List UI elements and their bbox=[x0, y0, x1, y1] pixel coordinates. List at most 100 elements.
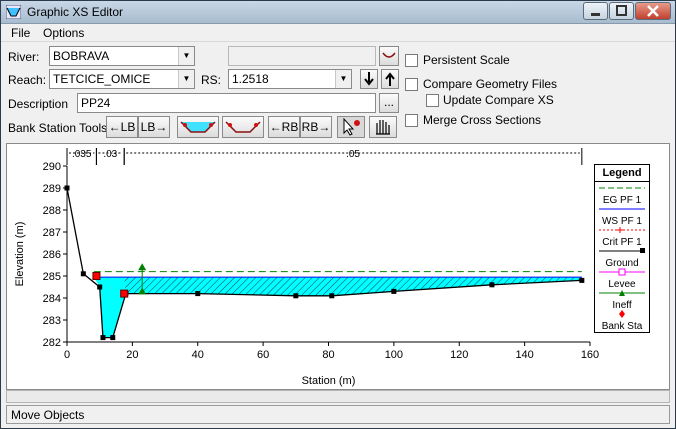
reach-label: Reach: bbox=[8, 73, 47, 87]
maximize-button[interactable] bbox=[609, 2, 634, 20]
legend-item-eg: EG PF 1 bbox=[595, 184, 649, 206]
ground-point bbox=[579, 277, 585, 283]
move-lb-right-label: LB→ bbox=[140, 120, 168, 134]
curve-icon bbox=[382, 52, 396, 58]
profile-field bbox=[228, 46, 376, 66]
ground-point bbox=[293, 293, 299, 299]
ground-point bbox=[195, 291, 201, 297]
move-rb-left-button[interactable]: ←RB bbox=[268, 116, 300, 138]
reach-select[interactable]: TETCICE_OMICE ▼ bbox=[49, 69, 195, 89]
eg-line-swatch bbox=[599, 187, 645, 189]
move-objects-button[interactable] bbox=[337, 116, 365, 138]
status-text: Move Objects bbox=[11, 408, 85, 422]
compare-geometry-checkbox[interactable] bbox=[405, 78, 418, 91]
hand-icon bbox=[376, 120, 390, 135]
legend-item-ground: Ground bbox=[595, 247, 649, 269]
menu-options[interactable]: Options bbox=[43, 26, 84, 40]
compare-geometry-label: Compare Geometry Files bbox=[423, 77, 558, 91]
x-tick-label: 160 bbox=[581, 349, 599, 361]
x-tick-label: 20 bbox=[126, 349, 138, 361]
x-tick-label: 140 bbox=[515, 349, 533, 361]
plot-options-button[interactable] bbox=[379, 46, 399, 66]
browse-label: ... bbox=[383, 95, 394, 109]
ws-line-swatch bbox=[599, 208, 645, 210]
x-tick-label: 40 bbox=[192, 349, 204, 361]
ground-point bbox=[80, 271, 86, 277]
ground-point bbox=[391, 288, 397, 294]
ground-point bbox=[110, 335, 116, 341]
description-input[interactable]: PP24 bbox=[77, 93, 376, 113]
menu-bar: File Options bbox=[1, 24, 675, 42]
description-browse-button[interactable]: ... bbox=[379, 93, 399, 113]
chevron-down-icon[interactable]: ▼ bbox=[178, 47, 194, 65]
x-axis-title: Station (m) bbox=[302, 375, 356, 387]
legend: Legend EG PF 1 WS PF 1 Crit PF 1 Ground … bbox=[594, 164, 650, 333]
move-lb-right-button[interactable]: LB→ bbox=[138, 116, 170, 138]
chevron-down-icon[interactable]: ▼ bbox=[335, 70, 351, 88]
cross-section-plot-frame[interactable]: 282 283 284 285 286 287 288 289 290 0 20 40 60 80 100 1… bbox=[6, 143, 670, 390]
move-rb-left-label: ←RB bbox=[269, 120, 299, 134]
y-axis-title: Elevation (m) bbox=[14, 222, 26, 287]
previous-xs-button[interactable] bbox=[381, 69, 399, 89]
y-tick-label: 282 bbox=[43, 337, 61, 349]
x-tick-label: 80 bbox=[322, 349, 334, 361]
legend-item-ineff: Ineff bbox=[595, 289, 649, 311]
ground-line-swatch bbox=[599, 248, 645, 253]
legend-item-ws: WS PF 1 bbox=[595, 205, 649, 227]
menu-file[interactable]: File bbox=[11, 26, 30, 40]
maximize-icon bbox=[616, 5, 627, 16]
bank-marker-swatch bbox=[619, 310, 625, 318]
graphic-xs-editor-window: Graphic XS Editor File Options River: BO… bbox=[0, 0, 676, 429]
move-rb-right-button[interactable]: RB→ bbox=[300, 116, 332, 138]
legend-item-crit: Crit PF 1 bbox=[595, 226, 649, 248]
minimize-button[interactable] bbox=[583, 2, 608, 20]
bank-shift-icon bbox=[225, 121, 261, 133]
persistent-scale-label: Persistent Scale bbox=[423, 53, 510, 67]
bank-shift-tool-button[interactable] bbox=[222, 116, 264, 138]
horizontal-scrollbar[interactable] bbox=[6, 390, 670, 403]
x-tick-label: 0 bbox=[64, 349, 70, 361]
arrow-down-icon bbox=[364, 72, 374, 86]
move-lb-left-button[interactable]: ←LB bbox=[106, 116, 138, 138]
y-tick-label: 286 bbox=[43, 249, 61, 261]
legend-item-bank: Bank Sta bbox=[595, 310, 649, 332]
ground-line bbox=[66, 187, 582, 339]
title-bar[interactable]: Graphic XS Editor bbox=[1, 1, 675, 24]
x-tick-label: 60 bbox=[257, 349, 269, 361]
chevron-down-icon[interactable]: ▼ bbox=[178, 70, 194, 88]
river-select[interactable]: BOBRAVA ▼ bbox=[49, 46, 195, 66]
channel-icon bbox=[180, 121, 216, 133]
ground-point bbox=[97, 284, 103, 290]
close-icon bbox=[647, 5, 659, 17]
update-compare-checkbox[interactable] bbox=[426, 94, 439, 107]
y-tick-label: 287 bbox=[43, 227, 61, 239]
x-tick-label: 120 bbox=[450, 349, 468, 361]
window-title: Graphic XS Editor bbox=[27, 5, 124, 19]
ground-point bbox=[100, 335, 106, 341]
manning-label: .035 bbox=[72, 149, 92, 160]
manning-label: .05 bbox=[346, 149, 360, 160]
description-label: Description bbox=[8, 97, 69, 111]
levee-line-swatch bbox=[599, 268, 645, 276]
next-xs-button[interactable] bbox=[360, 69, 378, 89]
close-button[interactable] bbox=[635, 2, 671, 20]
reach-value: TETCICE_OMICE bbox=[53, 72, 151, 86]
ineff-line-swatch bbox=[599, 290, 645, 296]
y-tick-label: 285 bbox=[43, 271, 61, 283]
persistent-scale-checkbox[interactable] bbox=[405, 54, 418, 67]
merge-sections-checkbox[interactable] bbox=[405, 114, 418, 127]
update-compare-label: Update Compare XS bbox=[443, 93, 554, 107]
channel-tool-button[interactable] bbox=[177, 116, 219, 138]
y-tick-label: 283 bbox=[43, 315, 61, 327]
manning-label: .03 bbox=[103, 149, 117, 160]
rs-select[interactable]: 1.2518 ▼ bbox=[228, 69, 352, 89]
description-value: PP24 bbox=[81, 96, 111, 110]
pointer-icon bbox=[343, 117, 360, 136]
y-tick-label: 288 bbox=[43, 205, 61, 217]
minimize-icon bbox=[591, 13, 600, 16]
legend-label-bank: Bank Sta bbox=[601, 321, 643, 332]
pan-button[interactable] bbox=[369, 116, 397, 138]
legend-item-levee: Levee bbox=[595, 268, 649, 290]
cross-section-chart[interactable]: 282 283 284 285 286 287 288 289 290 0 20 40 60 80 100 1… bbox=[7, 144, 669, 389]
y-tick-label: 289 bbox=[43, 183, 61, 195]
